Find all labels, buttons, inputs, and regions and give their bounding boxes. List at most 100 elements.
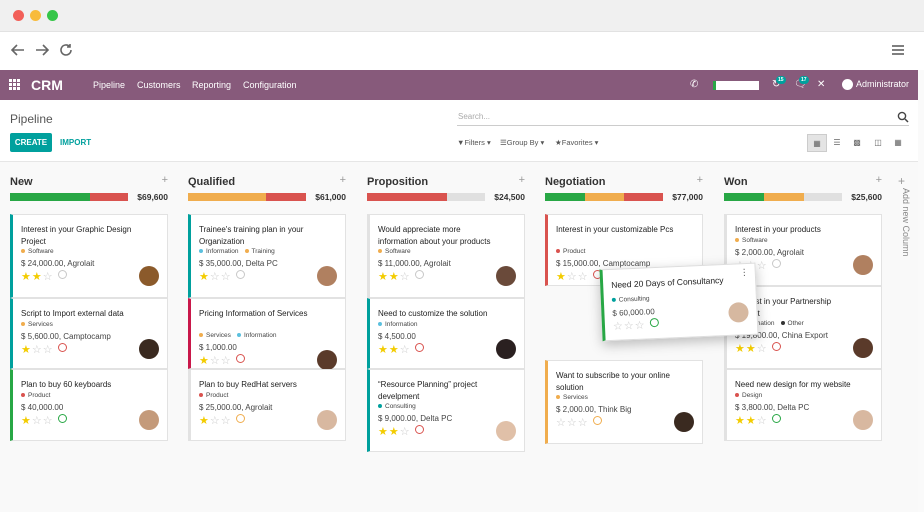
opportunity-card[interactable]: Need new design for my website Design $ … <box>724 369 882 441</box>
calendar-view-icon[interactable]: ◫ <box>868 134 888 152</box>
pivot-view-icon[interactable]: ▦ <box>888 134 908 152</box>
star-filled-icon[interactable]: ★ <box>735 415 746 427</box>
star-empty-icon[interactable]: ☆ <box>210 415 221 427</box>
star-empty-icon[interactable]: ☆ <box>400 344 411 356</box>
priority-stars[interactable]: ★☆☆ <box>199 270 245 283</box>
column-title[interactable]: Qualified <box>188 176 235 188</box>
dragged-card-stars[interactable]: ☆☆☆ <box>613 317 659 333</box>
column-progress-bar[interactable] <box>545 193 663 201</box>
star-empty-icon[interactable]: ☆ <box>578 417 589 429</box>
favorites-dropdown[interactable]: ★Favorites ▾ <box>555 138 598 147</box>
kanban-view-icon[interactable]: ▦ <box>807 134 827 152</box>
priority-stars[interactable]: ★☆☆ <box>21 414 67 427</box>
activity-status-icon[interactable] <box>592 416 602 425</box>
opportunity-card[interactable]: Plan to buy RedHat servers Product $ 25,… <box>188 369 346 441</box>
add-column-plus-icon[interactable]: + <box>898 174 905 188</box>
star-filled-icon[interactable]: ★ <box>746 415 757 427</box>
opportunity-card[interactable]: Script to Import external data Services … <box>10 298 168 369</box>
column-title[interactable]: New <box>10 176 33 188</box>
menu-reporting[interactable]: Reporting <box>192 80 231 90</box>
opportunity-card[interactable]: Plan to buy 60 keyboards Product $ 40,00… <box>10 369 168 441</box>
priority-stars[interactable]: ★★☆ <box>735 414 781 427</box>
dragged-card[interactable]: Need 20 Days of Consultancy Consulting $… <box>599 262 759 342</box>
progress-segment[interactable] <box>90 193 128 201</box>
star-filled-icon[interactable]: ★ <box>735 343 746 355</box>
star-filled-icon[interactable]: ★ <box>389 344 400 356</box>
star-empty-icon[interactable]: ☆ <box>567 271 578 283</box>
opportunity-card[interactable]: Would appreciate more information about … <box>367 214 525 298</box>
column-quick-create-icon[interactable]: + <box>876 174 882 186</box>
star-filled-icon[interactable]: ★ <box>746 343 757 355</box>
column-progress-bar[interactable] <box>367 193 485 201</box>
priority-stars[interactable]: ★☆☆ <box>199 414 245 427</box>
star-filled-icon[interactable]: ★ <box>199 355 210 367</box>
star-empty-icon[interactable]: ☆ <box>556 417 567 429</box>
opportunity-card[interactable]: Pricing Information of Services Services… <box>188 298 346 370</box>
column-title[interactable]: Won <box>724 176 748 188</box>
priority-stars[interactable]: ★★☆ <box>378 270 424 283</box>
star-empty-icon[interactable]: ☆ <box>43 271 54 283</box>
apps-grid-icon[interactable] <box>9 79 21 91</box>
menu-pipeline[interactable]: Pipeline <box>93 80 125 90</box>
timer-progress[interactable] <box>713 81 759 90</box>
star-empty-icon[interactable]: ☆ <box>221 355 232 367</box>
opportunity-card[interactable]: Want to subscribe to your online solutio… <box>545 360 703 444</box>
menu-configuration[interactable]: Configuration <box>243 80 297 90</box>
column-progress-bar[interactable] <box>10 193 128 201</box>
star-empty-icon[interactable]: ☆ <box>221 415 232 427</box>
activity-status-icon[interactable] <box>649 317 659 328</box>
activity-status-icon[interactable] <box>771 414 781 423</box>
app-brand[interactable]: CRM <box>31 77 63 93</box>
column-quick-create-icon[interactable]: + <box>162 174 168 186</box>
progress-segment[interactable] <box>545 193 586 201</box>
star-filled-icon[interactable]: ★ <box>389 271 400 283</box>
star-filled-icon[interactable]: ★ <box>199 415 210 427</box>
star-empty-icon[interactable]: ☆ <box>567 417 578 429</box>
graph-view-icon[interactable]: ▩ <box>847 134 867 152</box>
opportunity-card[interactable]: Need to customize the solution Informati… <box>367 298 525 369</box>
activity-status-icon[interactable] <box>414 425 424 434</box>
star-filled-icon[interactable]: ★ <box>378 271 389 283</box>
priority-stars[interactable]: ☆☆☆ <box>556 416 602 429</box>
forward-arrow-icon[interactable] <box>33 41 51 59</box>
star-empty-icon[interactable]: ☆ <box>221 271 232 283</box>
back-arrow-icon[interactable] <box>9 41 27 59</box>
maximize-window-button[interactable] <box>47 10 58 21</box>
hamburger-menu-icon[interactable] <box>889 41 907 59</box>
filters-dropdown[interactable]: ▼Filters ▾ <box>457 138 491 147</box>
activity-status-icon[interactable] <box>57 270 67 279</box>
column-title[interactable]: Proposition <box>367 176 428 188</box>
progress-segment[interactable] <box>10 193 91 201</box>
star-filled-icon[interactable]: ★ <box>32 271 43 283</box>
priority-stars[interactable]: ★★☆ <box>378 425 424 438</box>
star-filled-icon[interactable]: ★ <box>389 426 400 438</box>
column-quick-create-icon[interactable]: + <box>697 174 703 186</box>
star-empty-icon[interactable]: ☆ <box>210 271 221 283</box>
column-progress-bar[interactable] <box>724 193 842 201</box>
star-filled-icon[interactable]: ★ <box>21 271 32 283</box>
column-quick-create-icon[interactable]: + <box>340 174 346 186</box>
activity-status-icon[interactable] <box>771 342 781 351</box>
menu-customers[interactable]: Customers <box>137 80 181 90</box>
debug-tools-icon[interactable]: ✕ <box>817 79 825 90</box>
star-empty-icon[interactable]: ☆ <box>210 355 221 367</box>
star-empty-icon[interactable]: ☆ <box>757 415 768 427</box>
opportunity-card[interactable]: Trainee's training plan in your Organiza… <box>188 214 346 298</box>
search-icon[interactable] <box>897 111 909 123</box>
progress-segment[interactable] <box>804 193 842 201</box>
activity-status-icon[interactable] <box>235 354 245 363</box>
activity-status-icon[interactable] <box>235 270 245 279</box>
phone-icon[interactable]: ✆ <box>690 79 698 90</box>
priority-stars[interactable]: ★☆☆ <box>199 354 245 367</box>
priority-stars[interactable]: ★★☆ <box>21 270 67 283</box>
priority-stars[interactable]: ★★☆ <box>735 342 781 355</box>
import-button[interactable]: IMPORT <box>60 133 91 152</box>
star-empty-icon[interactable]: ☆ <box>400 426 411 438</box>
card-menu-icon[interactable]: ⋮ <box>740 267 749 278</box>
star-filled-icon[interactable]: ★ <box>378 426 389 438</box>
star-filled-icon[interactable]: ★ <box>199 271 210 283</box>
reload-icon[interactable] <box>57 41 75 59</box>
activity-status-icon[interactable] <box>414 343 424 352</box>
star-empty-icon[interactable]: ☆ <box>400 271 411 283</box>
star-empty-icon[interactable]: ☆ <box>43 415 54 427</box>
